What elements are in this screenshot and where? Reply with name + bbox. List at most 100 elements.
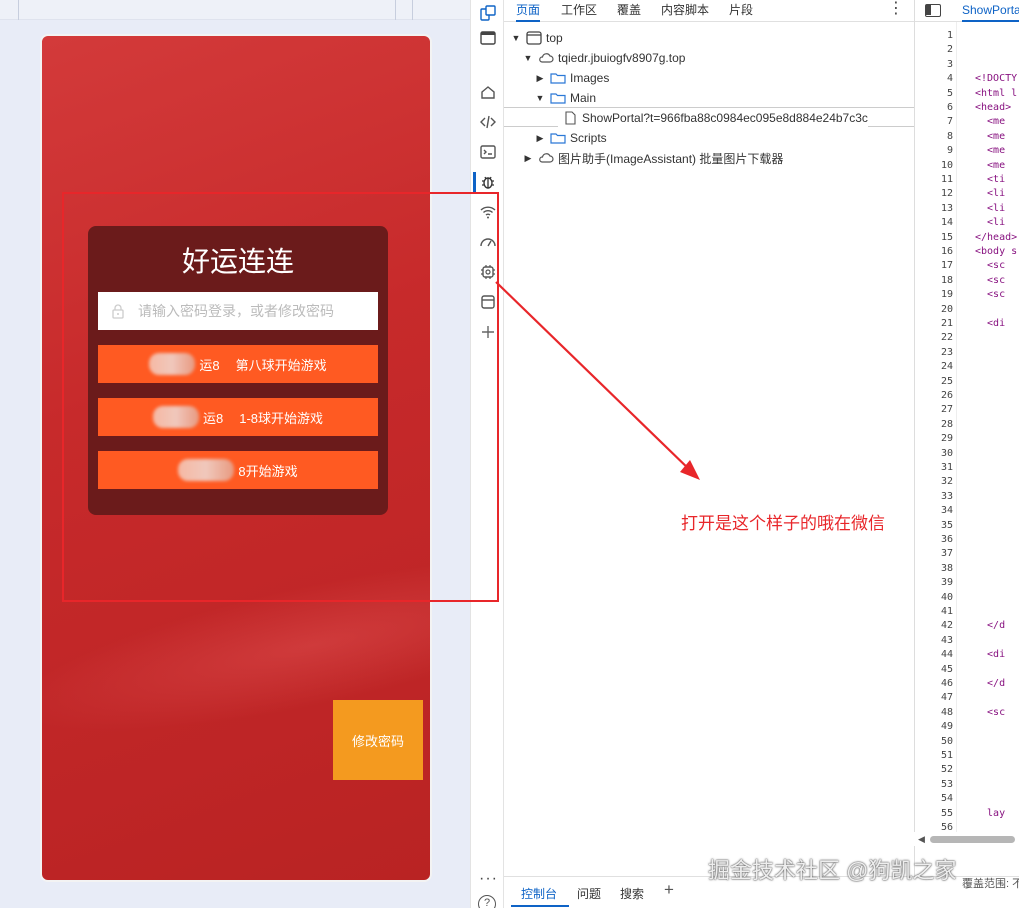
- performance-icon[interactable]: [477, 231, 499, 253]
- line-number: 1: [946, 30, 953, 41]
- toggle-navigator-icon[interactable]: [925, 4, 941, 17]
- line-number: 39: [940, 577, 953, 589]
- line-number: 3: [946, 58, 953, 70]
- code-line: <body s: [975, 246, 1018, 257]
- tab-snippets[interactable]: 片段: [729, 0, 753, 22]
- help-icon[interactable]: ?: [478, 895, 496, 908]
- application-icon[interactable]: [477, 291, 499, 313]
- line-number: 10: [940, 159, 953, 171]
- network-icon[interactable]: [477, 201, 499, 223]
- elements-icon[interactable]: [477, 111, 499, 133]
- button-label: 1-8球开始游戏: [239, 410, 324, 426]
- line-number: 49: [940, 721, 953, 733]
- bug-icon[interactable]: [477, 171, 499, 193]
- blurred-text: [178, 459, 235, 481]
- line-number: 9: [946, 145, 953, 157]
- line-number: 38: [940, 562, 953, 574]
- home-icon[interactable]: [477, 81, 499, 103]
- line-number: 44: [940, 649, 953, 661]
- memory-icon[interactable]: [477, 261, 499, 283]
- line-number: 12: [940, 188, 953, 200]
- code-line: <me: [975, 159, 1006, 171]
- password-placeholder: 请输入密码登录，或者修改密码: [138, 303, 334, 319]
- code-line: <li: [975, 202, 1006, 214]
- more-options-icon[interactable]: ···: [479, 870, 498, 888]
- code-line: </d: [975, 678, 1006, 689]
- expand-arrow-icon: ▼: [511, 33, 521, 43]
- device-toolbar-icon[interactable]: [477, 2, 499, 24]
- tree-label: Scripts: [570, 131, 607, 145]
- line-number: 21: [940, 318, 953, 329]
- blurred-text: [152, 406, 199, 428]
- add-tool-icon[interactable]: [477, 321, 499, 343]
- code-line: <head>: [975, 102, 1012, 113]
- button-label: 8开始游戏: [238, 463, 298, 479]
- folder-icon: [550, 93, 566, 104]
- start-game-button-3[interactable]: 8开始游戏: [98, 451, 378, 489]
- button-prefix: 运8: [202, 410, 224, 426]
- line-number: 33: [940, 490, 953, 502]
- line-number: 51: [940, 750, 953, 761]
- sources-navigator-tabs: 页面 工作区 覆盖 内容脚本 片段 ⋮: [504, 0, 914, 22]
- code-line: <me: [975, 145, 1006, 157]
- horizontal-scrollbar[interactable]: ◀: [914, 832, 1019, 846]
- tree-item-extension[interactable]: ▶ 图片助手(ImageAssistant) 批量图片下载器: [522, 148, 784, 168]
- annotation-text: 打开是这个样子的哦在微信: [681, 514, 885, 533]
- code-line: <di: [975, 318, 1006, 329]
- line-number: 48: [940, 706, 953, 718]
- console-icon[interactable]: [477, 141, 499, 163]
- code-line: <li: [975, 188, 1006, 200]
- line-number: 7: [946, 116, 953, 128]
- start-game-button-2[interactable]: 运8 1-8球开始游戏: [98, 398, 378, 436]
- tree-item-images[interactable]: ▶ Images: [534, 68, 610, 88]
- start-game-button-1[interactable]: 运8 第八球开始游戏: [98, 345, 378, 383]
- add-drawer-tab-icon[interactable]: +: [664, 880, 674, 900]
- editor-tab-showportal[interactable]: ShowPorta: [962, 0, 1019, 22]
- line-number: 25: [940, 375, 953, 387]
- mobile-viewport: 好运连连 请输入密码登录，或者修改密码 运8 第八球开始游戏 运8 1-8球开始…: [40, 34, 432, 882]
- coverage-scope: 覆盖范围: 不: [962, 878, 1019, 890]
- code-line: <ti: [975, 174, 1006, 185]
- tree-label: top: [546, 31, 563, 45]
- change-password-button[interactable]: 修改密码: [333, 700, 423, 780]
- code-line: <html l: [975, 87, 1018, 99]
- scroll-left-icon[interactable]: ◀: [918, 834, 925, 845]
- line-number: 30: [940, 447, 953, 459]
- code-line: <di: [975, 649, 1006, 661]
- editor-tabbar: ShowPorta: [915, 0, 1019, 22]
- line-number: 52: [940, 764, 953, 776]
- devtools-activity-bar: ··· ?: [470, 0, 504, 908]
- tree-label: 图片助手(ImageAssistant) 批量图片下载器: [558, 151, 784, 166]
- tab-content-scripts[interactable]: 内容脚本: [661, 0, 709, 22]
- tab-issues[interactable]: 问题: [577, 885, 601, 902]
- code-line: </head>: [975, 231, 1018, 243]
- collapse-arrow-icon: ▶: [524, 152, 532, 163]
- browser-window-icon[interactable]: [477, 27, 499, 49]
- line-number: 19: [940, 289, 953, 301]
- line-number: 20: [940, 303, 953, 315]
- tab-workspace[interactable]: 工作区: [561, 0, 597, 22]
- more-tabs-icon[interactable]: ⋮: [888, 0, 904, 18]
- password-input[interactable]: 请输入密码登录，或者修改密码: [98, 292, 378, 330]
- tree-item-main[interactable]: ▼ Main: [534, 88, 596, 108]
- line-number: 5: [946, 87, 953, 99]
- code-line: <!DOCTY: [975, 73, 1018, 85]
- code-line: <sc: [975, 289, 1006, 301]
- tree-item-showportal[interactable]: ShowPortal?t=966fba88c0984ec095e8d884e24…: [558, 108, 868, 128]
- line-number: 2: [946, 44, 953, 56]
- tree-item-domain[interactable]: ▼ tqiedr.jbuiogfv8907g.top: [522, 48, 686, 68]
- tab-overrides[interactable]: 覆盖: [617, 0, 641, 22]
- line-number: 22: [940, 332, 953, 344]
- tree-item-scripts[interactable]: ▶ Scripts: [534, 128, 607, 148]
- scrollbar-thumb[interactable]: [930, 836, 1015, 843]
- line-number: 42: [940, 620, 953, 632]
- tab-page[interactable]: 页面: [516, 0, 541, 22]
- line-number: 6: [946, 102, 953, 113]
- code-line: lay: [975, 807, 1006, 819]
- line-number: 13: [940, 202, 953, 214]
- tree-item-top[interactable]: ▼ top: [510, 28, 563, 48]
- line-number: 29: [940, 433, 953, 445]
- tab-console[interactable]: 控制台: [521, 885, 557, 902]
- tab-search[interactable]: 搜索: [620, 885, 644, 902]
- expand-arrow-icon: ▼: [535, 93, 545, 103]
